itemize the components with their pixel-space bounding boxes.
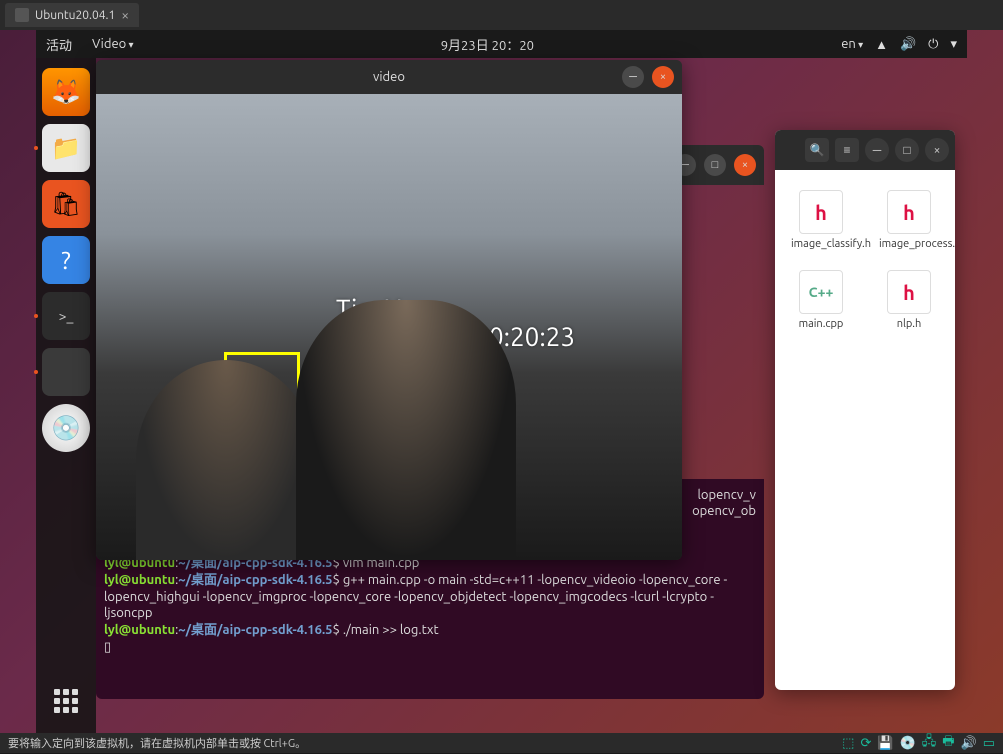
terminal-partial-line: lopencv_v xyxy=(698,487,756,504)
status-icons: ⬚ ⟳ 💾 💿 🖧 🖶 🔊 ▭ xyxy=(842,732,995,754)
search-button[interactable]: 🔍 xyxy=(805,138,829,162)
status-icon[interactable]: 🖶 xyxy=(942,732,954,754)
file-item[interactable]: h nlp.h xyxy=(879,270,939,330)
file-label: image_process.h xyxy=(879,238,939,250)
terminal-line: lyl@ubuntu:~/桌面/aip-cpp-sdk-4.16.5$ g++ … xyxy=(104,572,756,623)
status-icon[interactable]: 🔊 xyxy=(961,736,977,751)
vm-tab[interactable]: Ubuntu20.04.1 × xyxy=(5,3,139,27)
caret-down-icon[interactable]: ▾ xyxy=(950,37,957,52)
dock-terminal[interactable]: >_ xyxy=(42,292,90,340)
vm-icon xyxy=(15,8,29,22)
dock-software[interactable]: 🛍 xyxy=(42,180,90,228)
dock-files[interactable]: 📁 xyxy=(42,124,90,172)
person-silhouette xyxy=(296,300,516,560)
status-icon[interactable]: ⬚ xyxy=(842,736,854,751)
file-item[interactable]: C++ main.cpp xyxy=(791,270,851,330)
gnome-topbar: 活动 Video 9月23日 20：20 en ▲ 🔊 ⏻ ▾ xyxy=(36,30,967,58)
terminal-line: lyl@ubuntu:~/桌面/aip-cpp-sdk-4.16.5$ ./ma… xyxy=(104,622,756,639)
activities-button[interactable]: 活动 xyxy=(46,35,72,54)
file-grid: himage_classify.hhimage_process.hC++main… xyxy=(775,170,955,350)
show-apps-button[interactable] xyxy=(54,689,78,713)
terminal-line: ▯ xyxy=(104,639,756,656)
status-icon[interactable]: ▭ xyxy=(983,736,995,751)
file-manager-header: 🔍 ≡ ─ □ × xyxy=(775,130,955,170)
terminal-partial-line: opencv_ob xyxy=(692,503,756,520)
file-manager-window: 🔍 ≡ ─ □ × himage_classify.hhimage_proces… xyxy=(775,130,955,690)
menu-button[interactable]: ≡ xyxy=(835,138,859,162)
volume-icon[interactable]: 🔊 xyxy=(900,37,916,52)
dock: 🦊 📁 🛍 ? >_ 💿 xyxy=(36,58,96,733)
video-title: video xyxy=(373,70,405,84)
maximize-button[interactable]: □ xyxy=(704,154,726,176)
dock-dvd[interactable]: 💿 xyxy=(42,404,90,452)
close-button[interactable]: × xyxy=(734,154,756,176)
file-label: main.cpp xyxy=(791,318,851,330)
file-label: image_classify.h xyxy=(791,238,851,250)
file-item[interactable]: h image_classify.h xyxy=(791,190,851,250)
dock-window[interactable] xyxy=(42,348,90,396)
close-button[interactable]: × xyxy=(652,66,674,88)
minimize-button[interactable]: ─ xyxy=(622,66,644,88)
video-titlebar[interactable]: video ─ × xyxy=(96,60,682,94)
header-file-icon: h xyxy=(799,190,843,234)
status-icon[interactable]: 🖧 xyxy=(922,732,937,754)
status-icon[interactable]: 💾 xyxy=(877,736,893,751)
power-icon[interactable]: ⏻ xyxy=(928,37,938,52)
header-file-icon: h xyxy=(887,190,931,234)
status-message: 要将输入定向到该虚拟机，请在虚拟机内部单击或按 Ctrl+G。 xyxy=(8,735,306,751)
clock[interactable]: 9月23日 20：20 xyxy=(441,39,534,53)
status-icon[interactable]: ⟳ xyxy=(860,736,871,751)
header-file-icon: h xyxy=(887,270,931,314)
vm-status-bar: 要将输入定向到该虚拟机，请在虚拟机内部单击或按 Ctrl+G。 ⬚ ⟳ 💾 💿 … xyxy=(0,733,1003,753)
dock-firefox[interactable]: 🦊 xyxy=(42,68,90,116)
close-button[interactable]: × xyxy=(925,138,949,162)
vm-desktop: 活动 Video 9月23日 20：20 en ▲ 🔊 ⏻ ▾ 🦊 📁 🛍 ? … xyxy=(0,30,1003,733)
person-silhouette xyxy=(136,360,316,560)
file-label: nlp.h xyxy=(879,318,939,330)
dock-help[interactable]: ? xyxy=(42,236,90,284)
input-language[interactable]: en xyxy=(841,37,863,51)
vm-tabbar: Ubuntu20.04.1 × xyxy=(0,0,1003,30)
cpp-file-icon: C++ xyxy=(799,270,843,314)
network-icon[interactable]: ▲ xyxy=(875,37,888,52)
maximize-button[interactable]: □ xyxy=(895,138,919,162)
video-window: video ─ × TianYu 2023-09-23 20:20:23 xyxy=(96,60,682,560)
minimize-button[interactable]: ─ xyxy=(865,138,889,162)
video-frame: TianYu 2023-09-23 20:20:23 xyxy=(96,94,682,560)
status-icon[interactable]: 💿 xyxy=(900,736,916,751)
app-menu[interactable]: Video xyxy=(92,37,134,51)
close-icon[interactable]: × xyxy=(121,7,129,23)
vm-tab-title: Ubuntu20.04.1 xyxy=(35,9,115,22)
file-item[interactable]: h image_process.h xyxy=(879,190,939,250)
